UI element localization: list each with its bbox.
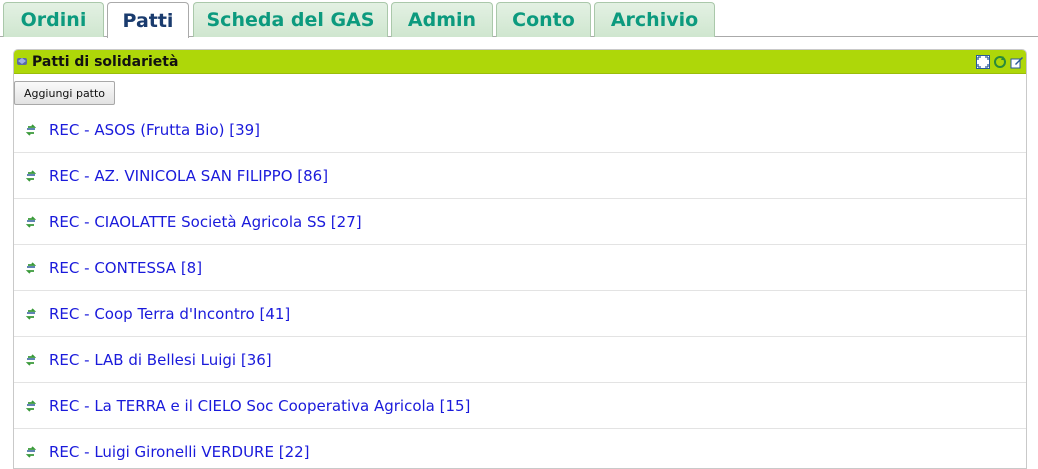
list-item: REC - AZ. VINICOLA SAN FILIPPO [86] xyxy=(14,153,1026,199)
list-item: REC - CIAOLATTE Società Agricola SS [27] xyxy=(14,199,1026,245)
edit-icon[interactable] xyxy=(1010,55,1024,69)
tab-patti[interactable]: Patti xyxy=(107,2,189,38)
patto-link[interactable]: REC - CONTESSA [8] xyxy=(49,259,202,277)
list-item: REC - ASOS (Frutta Bio) [39] xyxy=(14,107,1026,153)
add-patto-button[interactable]: Aggiungi patto xyxy=(14,81,115,105)
patto-link[interactable]: REC - Coop Terra d'Incontro [41] xyxy=(49,305,290,323)
list-item: REC - La TERRA e il CIELO Soc Cooperativ… xyxy=(14,383,1026,429)
exchange-arrows-icon xyxy=(25,307,37,320)
exchange-arrows-icon xyxy=(25,353,37,366)
main-tab-bar: Ordini Patti Scheda del GAS Admin Conto … xyxy=(0,0,1038,38)
exchange-arrows-icon xyxy=(25,399,37,412)
patto-link[interactable]: REC - CIAOLATTE Società Agricola SS [27] xyxy=(49,213,362,231)
exchange-arrows-icon xyxy=(25,169,37,182)
list-item: REC - CONTESSA [8] xyxy=(14,245,1026,291)
maximize-icon[interactable] xyxy=(976,54,990,69)
portlet-title: Patti di solidarietà xyxy=(32,53,179,70)
exchange-arrows-icon xyxy=(25,215,37,228)
refresh-icon[interactable] xyxy=(993,55,1007,69)
portlet-header: Patti di solidarietà xyxy=(14,50,1026,74)
list-item: REC - Luigi Gironelli VERDURE [22] xyxy=(14,429,1026,468)
patti-portlet: Patti di solidarietà Aggiungi patto REC … xyxy=(13,49,1027,469)
tab-admin[interactable]: Admin xyxy=(391,2,493,37)
patto-link[interactable]: REC - La TERRA e il CIELO Soc Cooperativ… xyxy=(49,397,470,415)
patto-link[interactable]: REC - ASOS (Frutta Bio) [39] xyxy=(49,121,260,139)
tab-ordini[interactable]: Ordini xyxy=(3,2,104,37)
exchange-arrows-icon xyxy=(25,123,37,136)
tab-conto[interactable]: Conto xyxy=(496,2,591,37)
tab-archivio[interactable]: Archivio xyxy=(594,2,715,37)
patti-list: REC - ASOS (Frutta Bio) [39] REC - AZ. V… xyxy=(14,107,1026,468)
list-item: REC - Coop Terra d'Incontro [41] xyxy=(14,291,1026,337)
patto-link[interactable]: REC - AZ. VINICOLA SAN FILIPPO [86] xyxy=(49,167,328,185)
exchange-arrows-icon xyxy=(25,261,37,274)
tab-scheda-del-gas[interactable]: Scheda del GAS xyxy=(193,2,388,37)
portlet-tools xyxy=(976,54,1026,69)
list-item: REC - LAB di Bellesi Luigi [36] xyxy=(14,337,1026,383)
patto-link[interactable]: REC - LAB di Bellesi Luigi [36] xyxy=(49,351,272,369)
handshake-icon xyxy=(16,55,29,68)
exchange-arrows-icon xyxy=(25,445,37,458)
